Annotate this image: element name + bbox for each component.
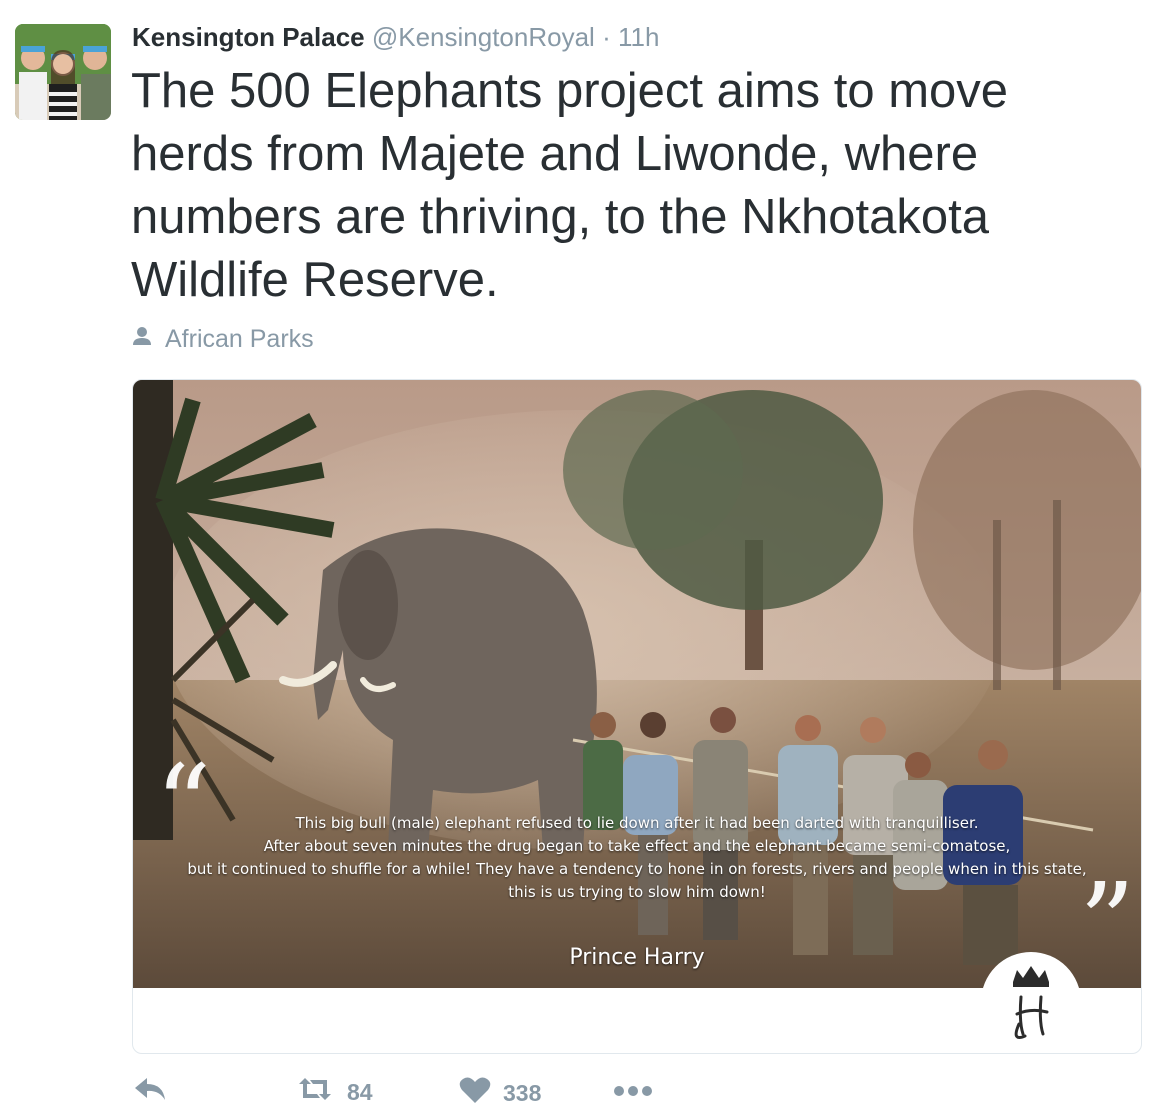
retweet-button[interactable]: 84 — [295, 1076, 373, 1108]
tweet-header: Kensington Palace @KensingtonRoyal · 11h — [132, 22, 659, 53]
quote-text: This big bull (male) elephant refused to… — [153, 812, 1121, 904]
photo-attribution[interactable]: African Parks — [131, 325, 314, 354]
like-count: 338 — [503, 1079, 542, 1106]
more-icon — [613, 1076, 653, 1103]
quote-line: this is us trying to slow him down! — [508, 883, 766, 901]
elephant-photo[interactable]: “ This big bull (male) elephant refused … — [133, 380, 1141, 988]
person-icon — [131, 325, 153, 354]
author-handle[interactable]: @KensingtonRoyal — [372, 22, 595, 52]
reply-icon — [133, 1076, 167, 1108]
header-separator: · — [602, 22, 611, 52]
tweet-actions: 84 338 — [133, 1076, 733, 1116]
retweet-icon — [295, 1076, 335, 1108]
more-button[interactable] — [613, 1076, 653, 1103]
tweet-timestamp[interactable]: 11h — [618, 22, 659, 52]
heart-icon — [459, 1076, 491, 1110]
like-button[interactable]: 338 — [459, 1076, 541, 1110]
reply-button[interactable] — [133, 1076, 167, 1108]
attribution-label: African Parks — [165, 325, 314, 353]
author-name[interactable]: Kensington Palace — [132, 22, 365, 52]
tweet-text: The 500 Elephants project aims to move h… — [131, 64, 1009, 307]
quote-line: After about seven minutes the drug began… — [263, 837, 1011, 855]
quote-line: but it continued to shuffle for a while!… — [187, 860, 1087, 878]
media-card[interactable]: “ This big bull (male) elephant refused … — [132, 379, 1142, 1054]
quote-line: This big bull (male) elephant refused to… — [295, 814, 979, 832]
retweet-count: 84 — [347, 1078, 373, 1105]
avatar[interactable] — [15, 24, 111, 120]
crest-icon — [981, 952, 1081, 1052]
